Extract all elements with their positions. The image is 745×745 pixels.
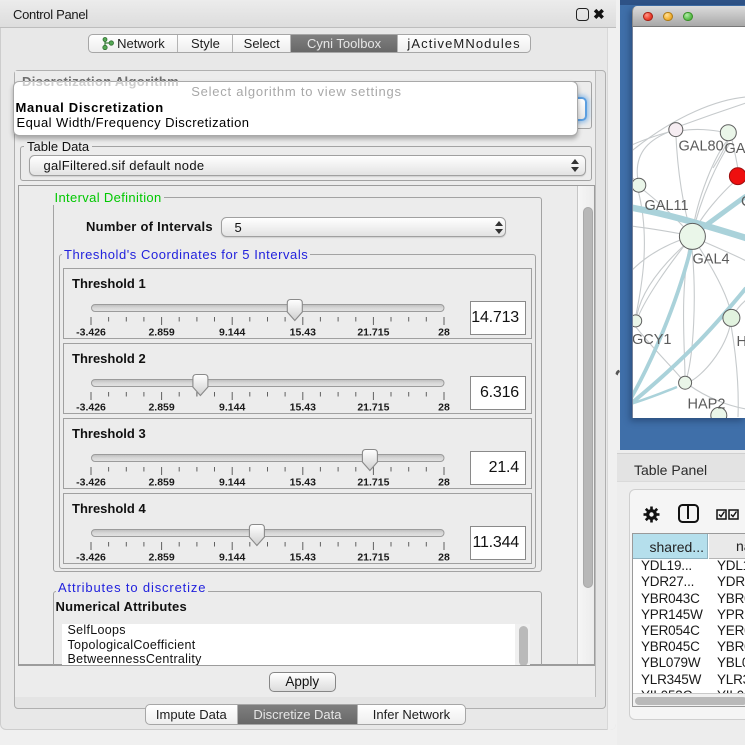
- svg-text:-3.426: -3.426: [76, 476, 106, 488]
- svg-text:2.859: 2.859: [148, 326, 174, 338]
- svg-text:28: 28: [438, 476, 450, 488]
- svg-text:15.43: 15.43: [290, 476, 316, 488]
- svg-text:9.144: 9.144: [219, 476, 245, 488]
- svg-text:9.144: 9.144: [219, 326, 245, 338]
- svg-text:GAL11: GAL11: [645, 198, 689, 214]
- svg-text:HAP2: HAP2: [688, 397, 726, 413]
- svg-text:GA: GA: [725, 141, 745, 157]
- svg-text:15.43: 15.43: [290, 401, 316, 413]
- svg-text:21.715: 21.715: [357, 401, 389, 413]
- svg-text:9.144: 9.144: [219, 551, 245, 563]
- svg-text:GCY1: GCY1: [633, 332, 672, 348]
- svg-text:21.715: 21.715: [357, 551, 389, 563]
- svg-text:-3.426: -3.426: [76, 551, 106, 563]
- svg-text:15.43: 15.43: [290, 551, 316, 563]
- svg-text:GAL80: GAL80: [679, 139, 724, 155]
- svg-text:28: 28: [438, 551, 450, 563]
- svg-text:2.859: 2.859: [148, 476, 174, 488]
- svg-text:28: 28: [438, 326, 450, 338]
- svg-text:21.715: 21.715: [357, 476, 389, 488]
- svg-text:2.859: 2.859: [148, 551, 174, 563]
- svg-text:21.715: 21.715: [357, 326, 389, 338]
- svg-text:-3.426: -3.426: [76, 326, 106, 338]
- svg-text:2.859: 2.859: [148, 401, 174, 413]
- svg-text:HI: HI: [737, 334, 745, 350]
- svg-text:9.144: 9.144: [219, 401, 245, 413]
- svg-text:CY: CY: [741, 194, 745, 210]
- svg-text:-3.426: -3.426: [76, 401, 106, 413]
- svg-text:GAL4: GAL4: [693, 252, 730, 268]
- svg-text:28: 28: [438, 401, 450, 413]
- svg-text:15.43: 15.43: [290, 326, 316, 338]
